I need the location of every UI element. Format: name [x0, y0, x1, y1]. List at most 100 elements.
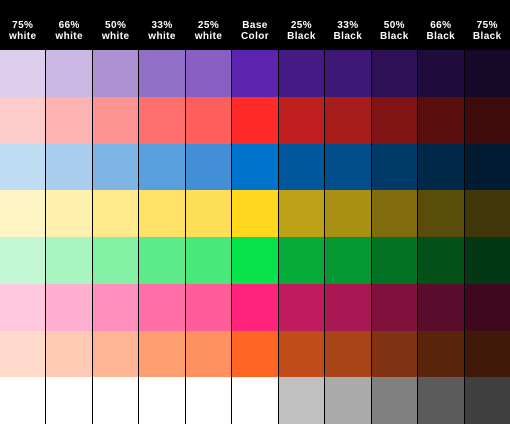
swatch-yellow-8 [371, 190, 418, 237]
swatch-yellow-6 [278, 190, 325, 237]
swatch-blue-8 [371, 143, 418, 191]
swatch-yellow-7 [325, 190, 371, 237]
swatch-purple-9 [418, 50, 464, 97]
swatch-green-4 [185, 237, 232, 284]
swatch-yellow-2 [92, 190, 139, 237]
swatch-purple-0 [0, 50, 46, 97]
swatch-pink-2 [92, 283, 139, 331]
swatch-red-9 [418, 96, 464, 144]
swatch-red-8 [371, 96, 418, 144]
swatch-yellow-4 [185, 190, 232, 237]
swatch-purple-4 [185, 50, 232, 97]
swatch-red-10 [464, 96, 510, 144]
header-75-white: 75% white [0, 0, 46, 50]
swatch-green-7 [325, 237, 371, 284]
header-33-white: 33% white [139, 0, 185, 50]
swatch-green-8 [371, 237, 418, 284]
header-50-white: 50% white [92, 0, 139, 50]
swatch-gray-1 [46, 377, 92, 424]
swatch-gray-9 [418, 377, 464, 424]
swatch-yellow-1 [46, 190, 92, 237]
swatch-red-5 [232, 96, 278, 144]
swatch-gray-4 [185, 377, 232, 424]
header-base-color: Base Color [232, 0, 278, 50]
swatch-pink-3 [139, 283, 185, 331]
swatch-blue-7 [325, 143, 371, 191]
swatch-orange-3 [139, 330, 185, 378]
swatch-purple-2 [92, 50, 139, 97]
swatch-blue-10 [464, 143, 510, 191]
swatch-pink-5 [232, 283, 278, 331]
swatch-yellow-5 [232, 190, 278, 237]
swatch-purple-10 [464, 50, 510, 97]
swatch-pink-4 [185, 283, 232, 331]
swatch-yellow-9 [418, 190, 464, 237]
swatch-orange-8 [371, 330, 418, 378]
swatch-red-6 [278, 96, 325, 144]
swatch-green-3 [139, 237, 185, 284]
swatch-blue-0 [0, 143, 46, 191]
swatch-yellow-10 [464, 190, 510, 237]
swatch-blue-4 [185, 143, 232, 191]
header-25-black: 25% Black [278, 0, 325, 50]
header-25-white: 25% white [185, 0, 232, 50]
swatch-pink-1 [46, 283, 92, 331]
swatch-red-4 [185, 96, 232, 144]
swatch-purple-6 [278, 50, 325, 97]
color-palette-grid: 75% white 66% white 50% white 33% white … [0, 0, 510, 424]
swatch-yellow-0 [0, 190, 46, 237]
swatch-blue-3 [139, 143, 185, 191]
swatch-green-10 [464, 237, 510, 284]
swatch-orange-6 [278, 330, 325, 378]
swatch-green-5 [232, 237, 278, 284]
swatch-green-6 [278, 237, 325, 284]
swatch-blue-2 [92, 143, 139, 191]
header-66-white: 66% white [46, 0, 92, 50]
swatch-orange-5 [232, 330, 278, 378]
swatch-orange-9 [418, 330, 464, 378]
header-75-black: 75% Black [464, 0, 510, 50]
swatch-blue-9 [418, 143, 464, 191]
swatch-orange-1 [46, 330, 92, 378]
header-66-black: 66% Black [418, 0, 464, 50]
header-33-black: 33% Black [325, 0, 371, 50]
swatch-pink-9 [418, 283, 464, 331]
swatch-yellow-3 [139, 190, 185, 237]
swatch-red-0 [0, 96, 46, 144]
swatch-gray-7 [325, 377, 371, 424]
swatch-orange-7 [325, 330, 371, 378]
swatch-gray-5 [232, 377, 278, 424]
swatch-green-9 [418, 237, 464, 284]
swatch-purple-7 [325, 50, 371, 97]
header-50-black: 50% Black [371, 0, 418, 50]
swatch-pink-6 [278, 283, 325, 331]
swatch-gray-0 [0, 377, 46, 424]
swatch-blue-5 [232, 143, 278, 191]
swatch-purple-3 [139, 50, 185, 97]
swatch-purple-1 [46, 50, 92, 97]
swatch-purple-8 [371, 50, 418, 97]
swatch-orange-10 [464, 330, 510, 378]
swatch-red-2 [92, 96, 139, 144]
swatch-red-3 [139, 96, 185, 144]
swatch-purple-5 [232, 50, 278, 97]
swatch-green-1 [46, 237, 92, 284]
swatch-pink-7 [325, 283, 371, 331]
swatch-gray-10 [464, 377, 510, 424]
swatch-gray-2 [92, 377, 139, 424]
swatch-red-1 [46, 96, 92, 144]
swatch-red-7 [325, 96, 371, 144]
swatch-gray-3 [139, 377, 185, 424]
swatch-gray-8 [371, 377, 418, 424]
swatch-orange-4 [185, 330, 232, 378]
swatch-pink-8 [371, 283, 418, 331]
swatch-gray-6 [278, 377, 325, 424]
swatch-green-2 [92, 237, 139, 284]
swatch-pink-0 [0, 283, 46, 331]
swatch-pink-10 [464, 283, 510, 331]
swatch-green-0 [0, 237, 46, 284]
swatch-blue-6 [278, 143, 325, 191]
swatch-orange-2 [92, 330, 139, 378]
swatch-orange-0 [0, 330, 46, 378]
swatch-blue-1 [46, 143, 92, 191]
